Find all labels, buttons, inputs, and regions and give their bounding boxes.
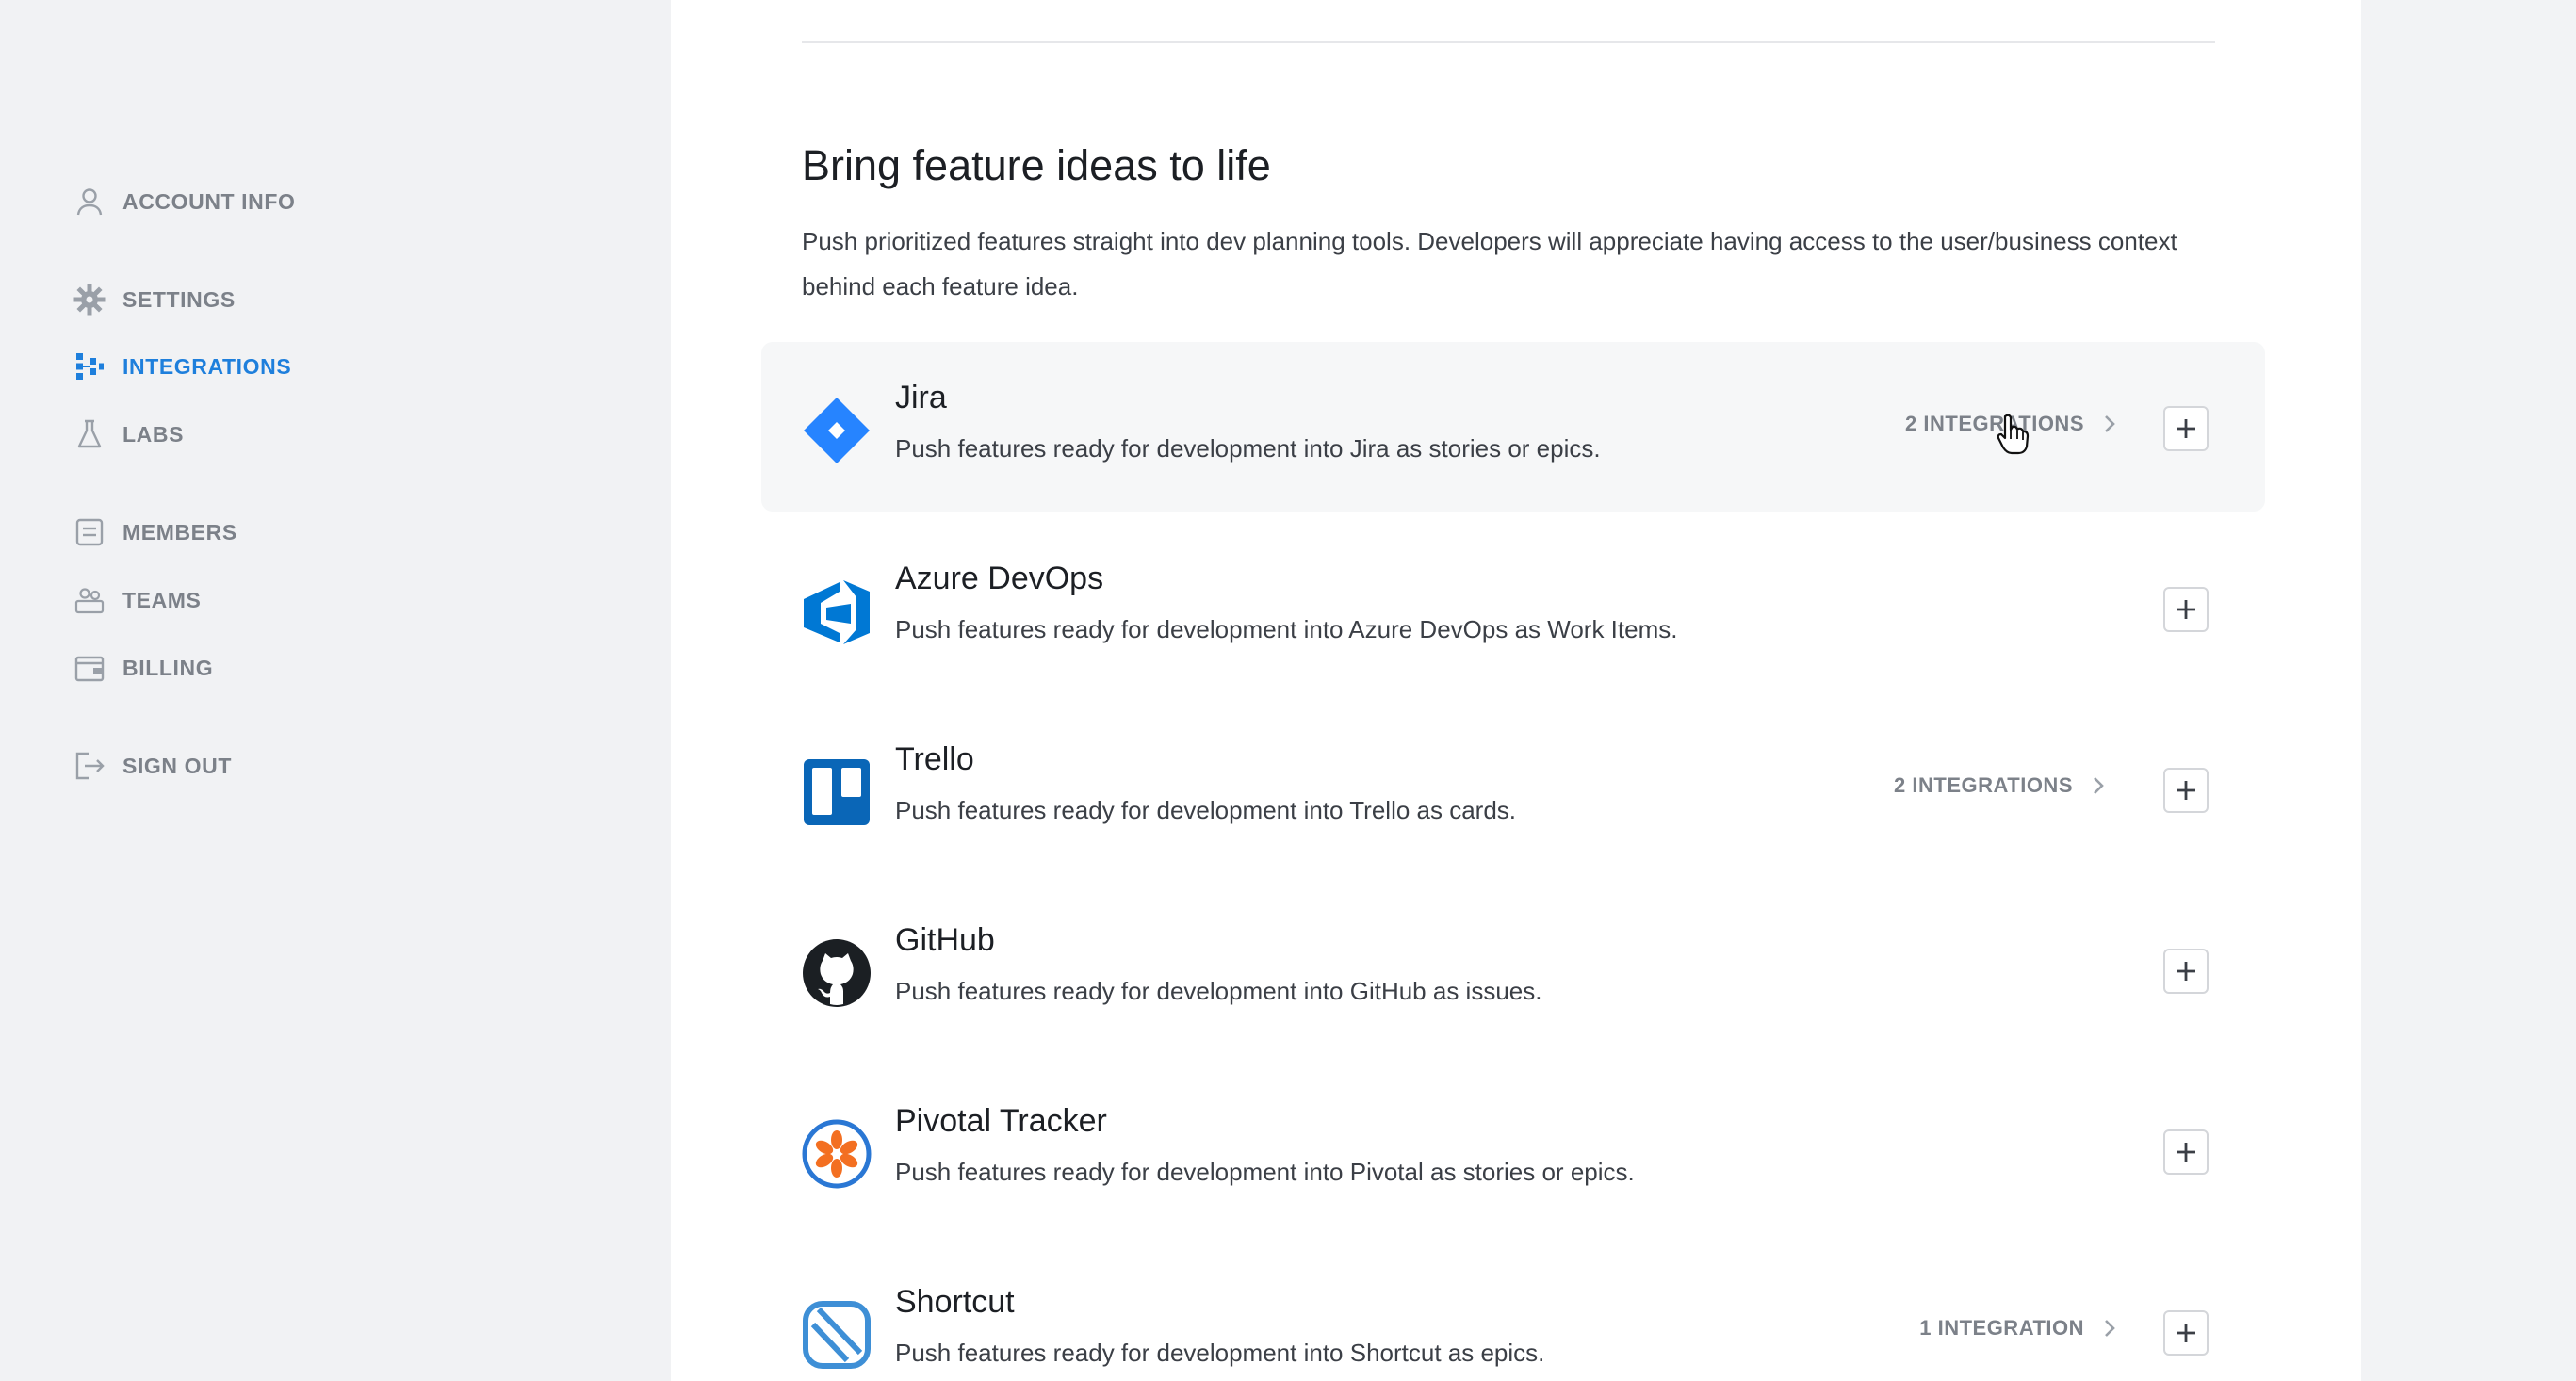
trello-icon — [804, 759, 870, 825]
sidebar-item-billing[interactable]: BILLING — [73, 647, 213, 689]
integration-name: GitHub — [895, 922, 995, 958]
integration-row-github[interactable]: GitHub Push features ready for developme… — [761, 885, 2265, 1054]
chevron-right-icon — [2105, 415, 2115, 432]
integration-name: Jira — [895, 380, 947, 415]
sidebar-item-label: INTEGRATIONS — [122, 353, 292, 379]
wallet-icon — [74, 656, 105, 682]
plus-icon — [2177, 600, 2195, 619]
integration-count-link[interactable]: 1 INTEGRATION — [1919, 1316, 2118, 1340]
integration-name: Shortcut — [895, 1284, 1015, 1320]
divider — [802, 41, 2215, 43]
jira-icon — [804, 398, 870, 463]
integration-row-trello[interactable]: Trello Push features ready for developme… — [761, 704, 2265, 873]
sidebar-item-label: SIGN OUT — [122, 753, 232, 778]
page-description: Push prioritized features straight into … — [802, 227, 2177, 301]
right-gutter — [2361, 0, 2576, 1381]
github-icon — [803, 939, 871, 1007]
pivotal-tracker-icon — [802, 1119, 872, 1189]
integration-description: Push features ready for development into… — [895, 796, 1517, 824]
plus-icon — [2177, 419, 2195, 438]
sidebar-item-labs[interactable]: LABS — [73, 414, 184, 455]
plus-icon — [2177, 1143, 2195, 1162]
integrations-icon — [76, 353, 104, 380]
azure-devops-icon — [804, 580, 870, 644]
page-title: Bring feature ideas to life — [802, 141, 1271, 189]
integration-name: Azure DevOps — [895, 561, 1104, 596]
sidebar-item-settings[interactable]: SETTINGS — [73, 279, 236, 320]
integration-row-shortcut[interactable]: Shortcut Push features ready for develop… — [761, 1246, 2265, 1381]
integration-description: Push features ready for development into… — [895, 1158, 1635, 1186]
sidebar-item-label: ACCOUNT INFO — [122, 188, 296, 214]
flask-icon — [77, 419, 102, 448]
sidebar-item-label: MEMBERS — [122, 519, 237, 544]
add-integration-button[interactable] — [2163, 587, 2209, 632]
integration-count-label: 1 INTEGRATION — [1919, 1316, 2084, 1340]
sign-out-icon — [75, 752, 105, 780]
integration-description: Push features ready for development into… — [895, 434, 1601, 463]
sidebar-item-members[interactable]: MEMBERS — [73, 512, 237, 553]
teams-icon — [74, 588, 105, 614]
chevron-right-icon — [2105, 1320, 2115, 1337]
shortcut-icon — [803, 1301, 871, 1369]
integration-name: Pivotal Tracker — [895, 1103, 1107, 1139]
hand-pointer-icon — [1997, 414, 2030, 455]
sidebar-item-label: SETTINGS — [122, 286, 236, 312]
integration-description: Push features ready for development into… — [895, 977, 1542, 1005]
integration-row-azure-devops[interactable]: Azure DevOps Push features ready for dev… — [761, 523, 2265, 692]
sidebar-item-integrations[interactable]: INTEGRATIONS — [73, 346, 291, 387]
sidebar-item-label: LABS — [122, 421, 185, 447]
integration-description: Push features ready for development into… — [895, 615, 1678, 643]
chevron-right-icon — [2094, 777, 2104, 794]
sidebar-item-teams[interactable]: TEAMS — [73, 579, 202, 621]
integration-count-link[interactable]: 2 INTEGRATIONS — [1894, 773, 2107, 798]
plus-icon — [2177, 962, 2195, 981]
integration-row-pivotal-tracker[interactable]: Pivotal Tracker Push features ready for … — [761, 1065, 2265, 1235]
add-integration-button[interactable] — [2163, 949, 2209, 994]
integration-description: Push features ready for development into… — [895, 1339, 1545, 1367]
user-icon — [76, 188, 103, 216]
main-panel: Bring feature ideas to life Push priorit… — [671, 0, 2361, 1381]
add-integration-button[interactable] — [2163, 406, 2209, 451]
sidebar-item-label: BILLING — [122, 655, 214, 680]
plus-icon — [2177, 1324, 2195, 1342]
integration-count-label: 2 INTEGRATIONS — [1894, 773, 2073, 797]
integration-name: Trello — [895, 741, 974, 777]
add-integration-button[interactable] — [2163, 768, 2209, 813]
members-icon — [75, 518, 104, 546]
sidebar-item-sign-out[interactable]: SIGN OUT — [73, 745, 232, 787]
integration-row-jira[interactable]: Jira Push features ready for development… — [761, 342, 2265, 512]
gear-icon — [73, 284, 106, 316]
sidebar-item-account-info[interactable]: ACCOUNT INFO — [73, 181, 296, 222]
sidebar: ACCOUNT INFO SETTINGS INTEGRATIONS LABS … — [0, 0, 671, 1381]
add-integration-button[interactable] — [2163, 1129, 2209, 1175]
plus-icon — [2177, 781, 2195, 800]
sidebar-item-label: TEAMS — [122, 587, 202, 612]
add-integration-button[interactable] — [2163, 1310, 2209, 1356]
